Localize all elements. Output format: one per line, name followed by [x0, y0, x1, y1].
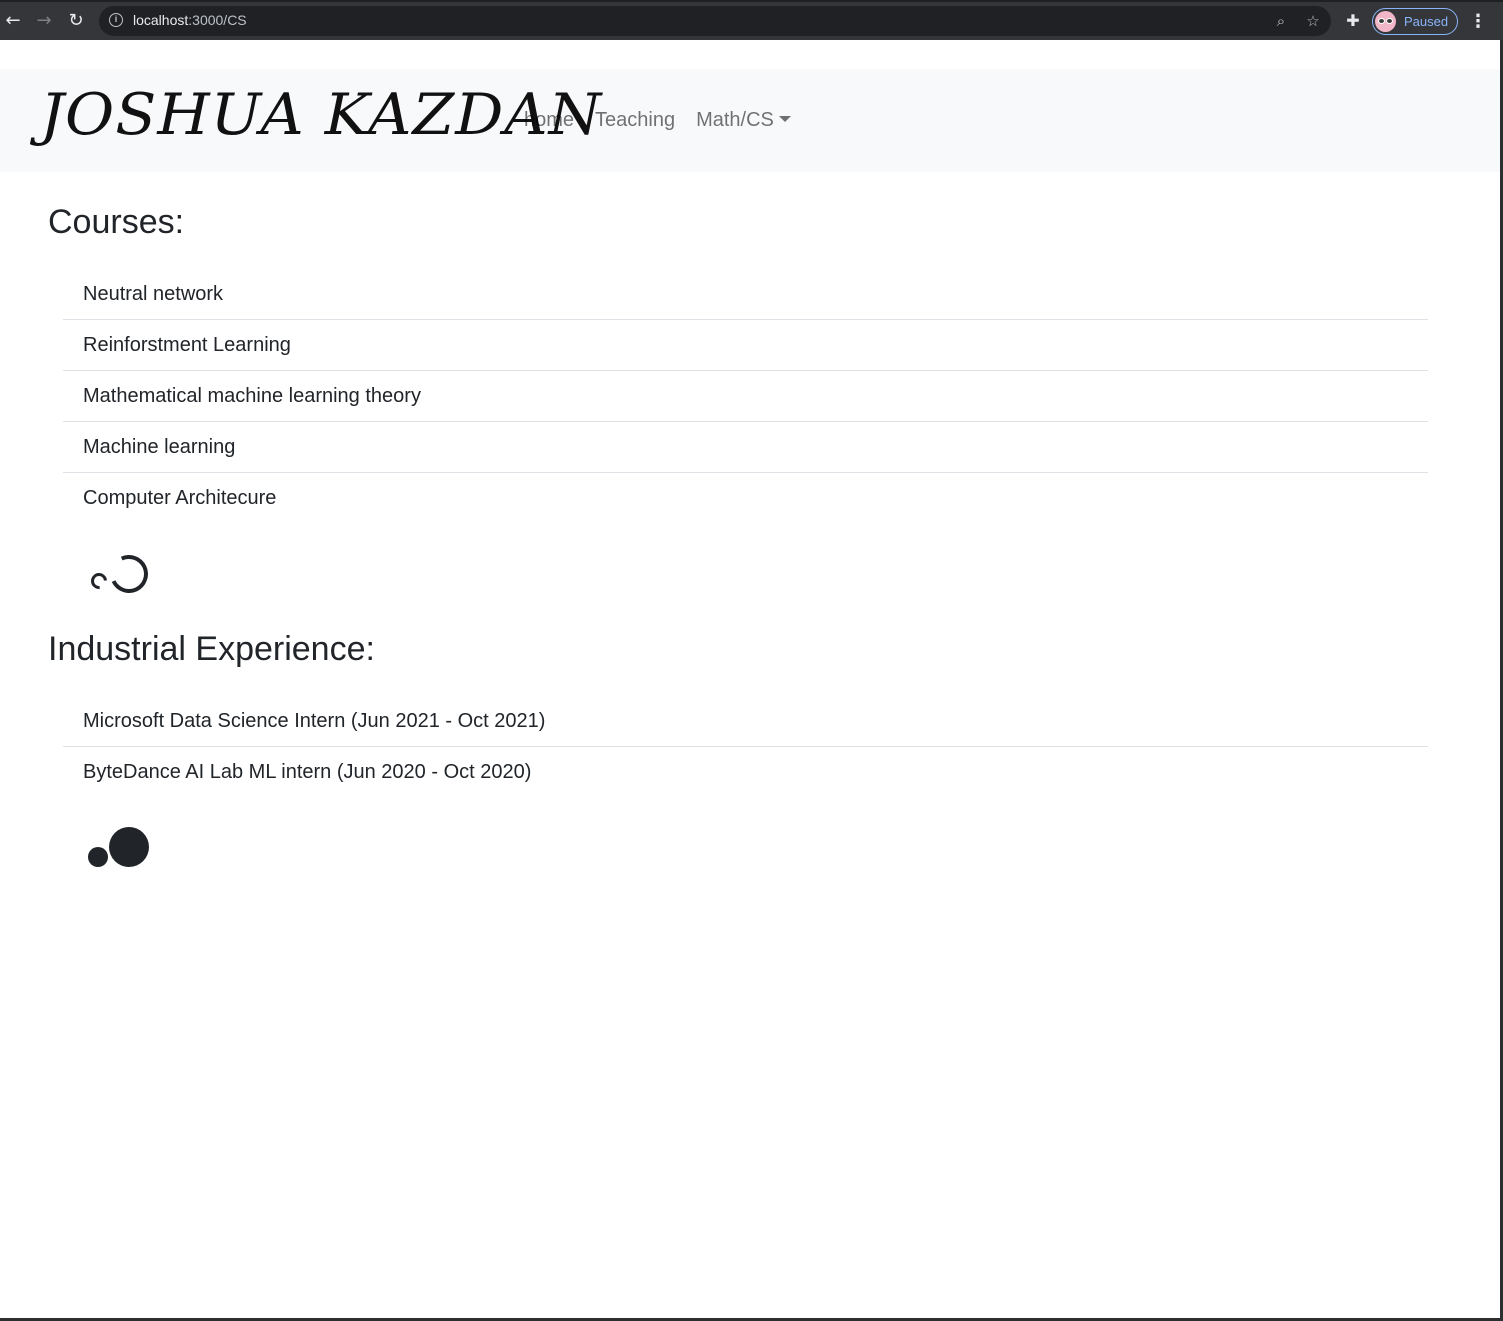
list-item: Neutral network — [63, 269, 1428, 320]
nav-link-teaching[interactable]: Teaching — [595, 107, 675, 133]
back-arrow-icon[interactable]: ← — [0, 8, 26, 34]
reload-icon[interactable]: ↻ — [63, 8, 89, 34]
list-item: ByteDance AI Lab ML intern (Jun 2020 - O… — [83, 761, 532, 783]
zoom-icon[interactable]: ⌕ — [1270, 10, 1292, 32]
experience-heading: Industrial Experience: — [48, 630, 375, 668]
spinner-ring-large-icon — [104, 549, 154, 599]
nav-dropdown-mathcs[interactable]: Math/CS — [696, 107, 791, 133]
browser-toolbar: ← → ↻ i localhost:3000/CS ⌕ ☆ ✚ Paused ⋮ — [0, 0, 1503, 40]
info-icon[interactable]: i — [109, 13, 123, 27]
star-icon[interactable]: ☆ — [1302, 10, 1324, 32]
loading-spinner-grow — [88, 827, 152, 871]
address-bar[interactable]: i localhost:3000/CS ⌕ ☆ — [99, 6, 1331, 36]
spinner-dot-small-icon — [88, 847, 108, 867]
list-item: Microsoft Data Science Intern (Jun 2021 … — [63, 696, 1428, 747]
forward-arrow-icon[interactable]: → — [31, 8, 57, 34]
more-vert-icon[interactable]: ⋮ — [1468, 10, 1488, 32]
spinner-dot-large-icon — [109, 827, 149, 867]
list-item: Mathematical machine learning theory — [63, 371, 1428, 422]
list-item: Reinforstment Learning — [63, 320, 1428, 371]
avatar — [1375, 11, 1396, 32]
profile-status-label: Paused — [1404, 14, 1449, 29]
list-item: Computer Architecure — [83, 487, 277, 509]
url-host: localhost — [133, 12, 189, 28]
profile-button[interactable]: Paused — [1372, 8, 1458, 35]
list-item: Machine learning — [63, 422, 1428, 473]
experience-list: Microsoft Data Science Intern (Jun 2021 … — [63, 696, 1428, 798]
nav-links: home Teaching Math/CS — [524, 107, 812, 133]
courses-heading: Courses: — [48, 203, 185, 241]
nav-dropdown-label: Math/CS — [696, 109, 774, 131]
puzzle-icon[interactable]: ✚ — [1342, 10, 1364, 32]
brand-logo[interactable]: JOSHUA KAZDAN — [40, 77, 602, 153]
site-navbar: JOSHUA KAZDAN home Teaching Math/CS — [0, 69, 1500, 172]
spinner-ring-small-icon — [87, 569, 111, 593]
courses-list: Neutral network Reinforstment Learning M… — [63, 269, 1428, 524]
loading-spinner-border — [87, 549, 154, 599]
nav-link-home[interactable]: home — [524, 107, 574, 133]
caret-down-icon — [778, 116, 791, 122]
url-path: :3000/CS — [188, 12, 247, 28]
url-text[interactable]: localhost:3000/CS — [133, 12, 247, 28]
